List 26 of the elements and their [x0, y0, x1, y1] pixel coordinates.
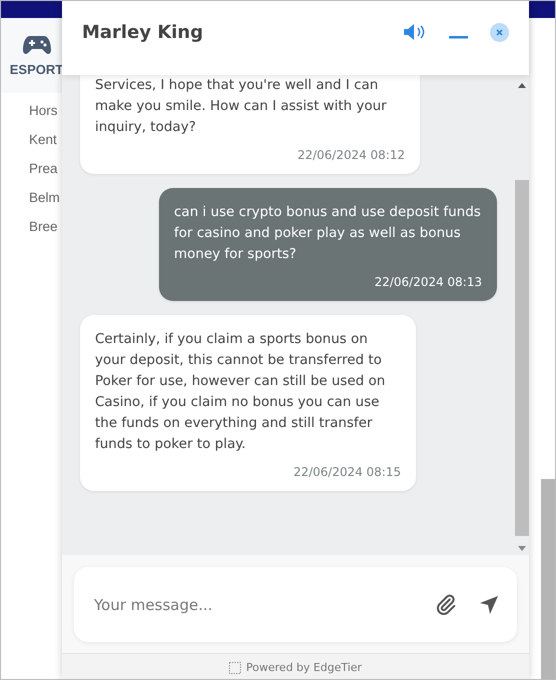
send-icon[interactable] [479, 594, 499, 614]
message-time: 22/06/2024 08:13 [374, 275, 482, 289]
message-time: 22/06/2024 08:12 [297, 148, 405, 162]
speaker-icon[interactable] [403, 22, 427, 42]
nav-link[interactable]: Hors [29, 101, 62, 120]
nav-link[interactable]: Belm [29, 188, 62, 207]
nav-link[interactable]: Kent [29, 130, 62, 149]
scroll-down-icon[interactable] [518, 546, 526, 551]
message-time: 22/06/2024 08:15 [293, 465, 401, 479]
nav-link[interactable]: Bree [29, 217, 62, 236]
agent-name: Marley King [82, 22, 204, 42]
paperclip-icon[interactable] [435, 594, 457, 616]
logo-icon [229, 662, 242, 674]
top-bar [1, 1, 62, 18]
scroll-up-icon[interactable] [518, 83, 526, 88]
message-text: can i use crypto bonus and use deposit funds for casino and poker play as well as bonus money for sports? [174, 203, 482, 264]
nav-link[interactable]: Prea [29, 159, 62, 178]
message-text: Certainly, if you claim a sports bonus on your deposit, this cannot be transferred to Poker for use, however can still be used on Casino, if you claim no bonus you can use the funds on everything and still transfer funds to poker to play. [95, 330, 386, 454]
top-bar [529, 1, 555, 18]
powered-by-text: Powered by EdgeTier [246, 662, 362, 674]
scrollbar-thumb[interactable] [515, 180, 529, 536]
message-text: Services, I hope that you're well and I can make you smile. How can I assist with your inquiry, today? [95, 76, 388, 137]
page-scrollbar[interactable] [541, 479, 555, 679]
gamepad-icon [22, 34, 50, 56]
section-label: ESPORT [10, 62, 64, 77]
close-icon[interactable] [490, 22, 509, 42]
